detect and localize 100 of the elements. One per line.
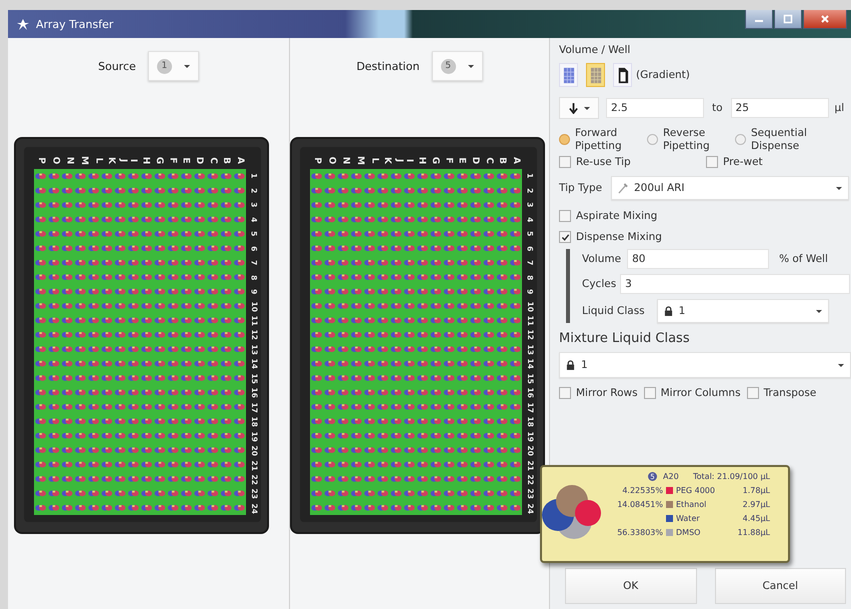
close-icon — [820, 14, 830, 24]
tip-type-dropdown[interactable]: 200ul ARI — [611, 176, 849, 200]
grid-icon — [562, 66, 574, 84]
end-volume-field[interactable]: 25 — [730, 98, 829, 118]
liquid-class-dropdown[interactable]: 1 — [656, 299, 829, 324]
maximize-icon — [783, 14, 793, 24]
component-percent: 56.33803% — [616, 528, 664, 537]
component-name: PEG 4000 — [676, 486, 716, 495]
column-label: A — [234, 156, 244, 164]
field-label: Volume — [582, 253, 622, 266]
column-label: M — [355, 156, 364, 164]
source-dropdown[interactable]: 1 — [148, 51, 199, 81]
column-label: J — [394, 158, 403, 162]
column-label: I — [404, 158, 413, 162]
component-volume: 11.88µL — [736, 528, 771, 537]
column-label: P — [312, 156, 322, 164]
caret-icon — [584, 106, 590, 110]
section-heading: Mixture Liquid Class — [559, 331, 691, 346]
radio-option[interactable]: Forward Pipetting — [559, 127, 637, 152]
unit-label: % of Well — [779, 253, 828, 266]
cycles-field[interactable]: 3 — [620, 274, 850, 294]
well-name: A20 — [663, 472, 679, 481]
column-label: G — [430, 156, 440, 164]
component-volume: 1.78µL — [742, 486, 771, 495]
pipette-tip-icon — [618, 182, 628, 194]
caret-icon — [816, 310, 822, 313]
column-label: M — [79, 156, 88, 164]
down-arrow-icon — [568, 102, 578, 114]
mixture-drawing — [542, 485, 601, 539]
document-icon — [616, 66, 628, 84]
column-label: O — [50, 156, 59, 164]
checkbox[interactable]: Mirror Rows — [559, 387, 638, 400]
direction-dropdown[interactable] — [559, 97, 599, 119]
column-label: P — [36, 156, 46, 164]
plate-label: Destination — [356, 60, 420, 72]
column-label: B — [497, 156, 506, 164]
column-label: D — [194, 156, 203, 164]
column-label: D — [470, 156, 479, 164]
range-label: to — [712, 102, 723, 114]
component-name: DMSO — [676, 528, 702, 537]
maximize-button[interactable] — [774, 10, 802, 29]
column-label: J — [118, 158, 127, 162]
column-label: K — [106, 156, 116, 164]
caret-icon — [838, 364, 844, 367]
destination-dropdown[interactable]: 5 — [432, 51, 483, 81]
column-label: B — [221, 156, 230, 164]
radio-option[interactable]: Reverse Pipetting — [647, 127, 725, 152]
column-label: O — [326, 156, 335, 164]
checkbox[interactable]: Aspirate Mixing — [559, 210, 851, 222]
column-label: A — [510, 156, 520, 164]
column-label: C — [484, 156, 493, 164]
total-volume: Total: 21.09/100 µL — [693, 472, 770, 481]
caret-icon — [184, 64, 190, 68]
grid-icon — [590, 66, 602, 84]
column-label: I — [128, 158, 137, 162]
column-label: N — [64, 156, 74, 164]
component-volume: 4.45µL — [742, 514, 771, 523]
checkbox[interactable]: Dispense Mixing — [559, 231, 851, 244]
column-label: C — [208, 156, 217, 164]
check-icon — [560, 232, 570, 242]
close-button[interactable] — [803, 10, 847, 29]
plate-label: Source — [98, 60, 136, 72]
checkbox[interactable]: Transpose — [746, 387, 816, 400]
checkbox[interactable]: Mirror Columns — [644, 387, 741, 400]
caret-icon — [836, 186, 842, 190]
minimize-button[interactable] — [745, 10, 773, 29]
component-name: Ethanol — [676, 500, 708, 509]
checkbox[interactable]: Pre-wet — [706, 156, 763, 168]
component-volume: 2.97µL — [742, 500, 771, 509]
column-label: E — [180, 156, 190, 164]
checkbox[interactable]: Re-use Tip — [559, 156, 706, 168]
field-label: Tip Type — [559, 182, 604, 194]
mixture-liquid-class-dropdown[interactable]: 1 — [559, 352, 851, 378]
column-label: H — [416, 156, 426, 164]
column-label: F — [168, 156, 177, 164]
caret-icon — [468, 64, 474, 68]
start-volume-field[interactable]: 2.5 — [606, 98, 704, 118]
field-label: Liquid Class — [582, 305, 645, 318]
column-label: F — [444, 156, 453, 164]
component-percent: 4.22535% — [621, 486, 664, 495]
window-title: Array Transfer — [36, 18, 114, 30]
column-label: H — [140, 156, 150, 164]
component-name: Water — [676, 514, 701, 523]
component-percent: 14.08451% — [616, 500, 664, 509]
column-label: E — [456, 156, 466, 164]
column-label: K — [382, 156, 392, 164]
mode-label: (Gradient) — [636, 69, 690, 81]
lock-icon — [566, 360, 575, 370]
lock-icon — [664, 306, 673, 316]
column-label: L — [93, 157, 102, 163]
column-label: G — [154, 156, 164, 164]
radio-option[interactable]: Sequential Dispense — [735, 127, 813, 152]
field-label: Cycles — [582, 278, 616, 290]
dialog-button[interactable]: Cancel — [714, 568, 846, 604]
column-label: L — [369, 157, 378, 163]
dialog-button[interactable]: OK — [565, 568, 696, 604]
unit-label: µl — [834, 102, 844, 114]
mix-volume-field[interactable]: 80 — [627, 249, 770, 270]
mode-button[interactable] — [613, 63, 632, 87]
column-label: N — [340, 156, 350, 164]
